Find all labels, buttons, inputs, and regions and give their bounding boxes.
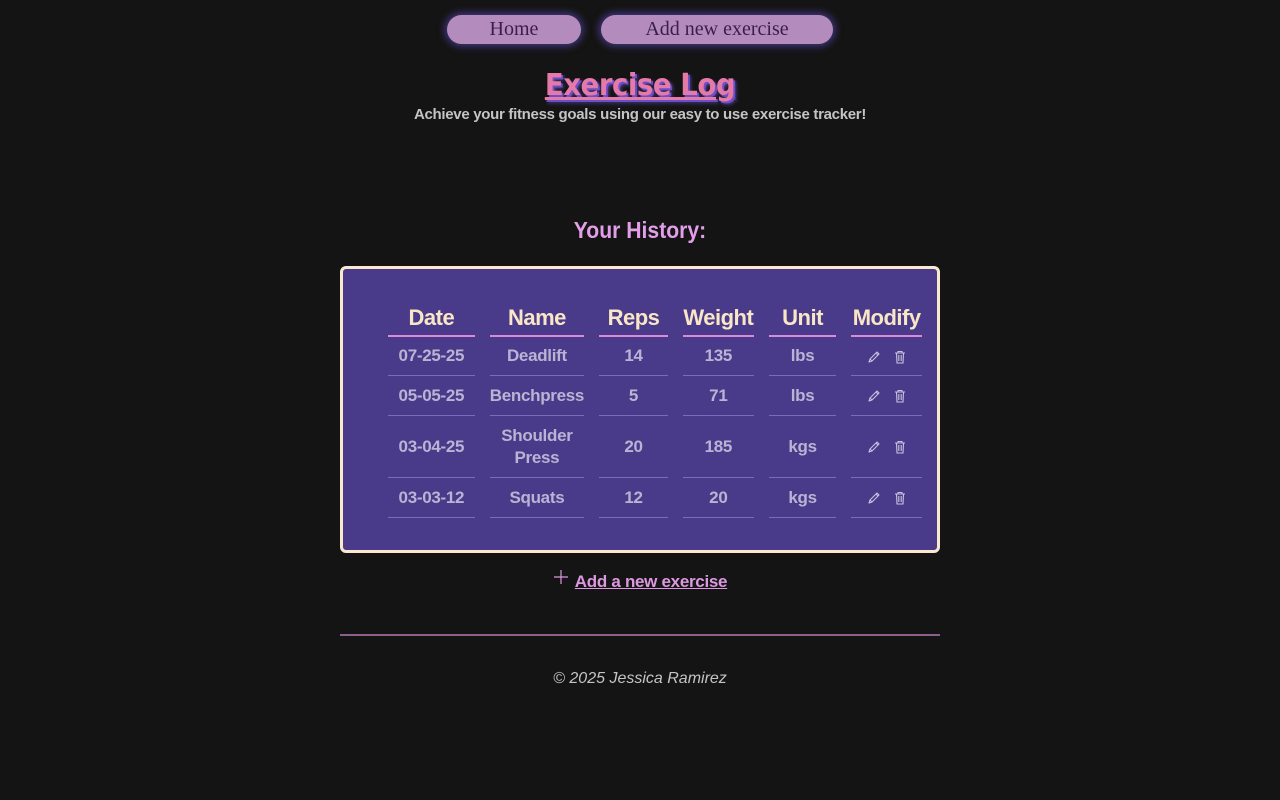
cell-weight: 20: [682, 478, 754, 518]
trash-icon[interactable]: [892, 349, 908, 365]
cell-modify: [851, 478, 922, 518]
trash-icon[interactable]: [892, 388, 908, 404]
footer-copyright: © 2025 Jessica Ramirez: [553, 670, 727, 687]
cell-modify: [851, 337, 922, 376]
cell-reps: 12: [599, 478, 668, 518]
cell-date: 07-25-25: [388, 337, 475, 376]
table-header-row: Date Name Reps Weight Unit Modify: [388, 303, 922, 337]
cell-reps: 5: [599, 376, 668, 416]
cell-modify: [851, 376, 922, 416]
add-new-exercise-button[interactable]: Add new exercise: [601, 15, 833, 44]
cell-reps: 14: [599, 337, 668, 376]
pencil-icon[interactable]: [866, 439, 882, 455]
table-row: 05-05-25 Benchpress 5 71 lbs: [388, 376, 922, 416]
column-header-modify: Modify: [851, 303, 922, 337]
home-button[interactable]: Home: [447, 15, 581, 44]
cell-unit: lbs: [768, 337, 837, 376]
top-nav: Home Add new exercise: [0, 15, 1280, 44]
cell-weight: 185: [682, 416, 754, 478]
page-title: Exercise Log: [544, 68, 736, 103]
pencil-icon[interactable]: [866, 388, 882, 404]
history-panel: Date Name Reps Weight Unit Modify 07-25-…: [340, 266, 940, 553]
history-table: Date Name Reps Weight Unit Modify 07-25-…: [373, 303, 937, 518]
page-subtitle: Achieve your fitness goals using our eas…: [413, 106, 867, 123]
cell-name: Deadlift: [489, 337, 585, 376]
cell-name: Squats: [489, 478, 585, 518]
table-row: 07-25-25 Deadlift 14 135 lbs: [388, 337, 922, 376]
pencil-icon[interactable]: [866, 349, 882, 365]
plus-icon[interactable]: [553, 569, 569, 590]
cell-unit: kgs: [768, 478, 837, 518]
cell-name: Benchpress: [489, 376, 584, 416]
trash-icon[interactable]: [892, 490, 908, 506]
cell-unit: kgs: [768, 416, 837, 478]
column-header-unit: Unit: [768, 303, 837, 337]
table-row: 03-04-25 Shoulder Press 20 185 kgs: [388, 416, 922, 478]
column-header-weight: Weight: [682, 303, 754, 337]
cell-modify: [851, 416, 922, 478]
table-row: 03-03-12 Squats 12 20 kgs: [388, 478, 922, 518]
column-header-date: Date: [388, 303, 475, 337]
cell-date: 05-05-25: [388, 376, 475, 416]
cell-name: Shoulder Press: [489, 416, 585, 478]
footer-divider: [340, 634, 940, 636]
cell-weight: 71: [682, 376, 754, 416]
column-header-reps: Reps: [599, 303, 668, 337]
cell-unit: lbs: [768, 376, 837, 416]
cell-date: 03-03-12: [388, 478, 475, 518]
column-header-name: Name: [489, 303, 585, 337]
pencil-icon[interactable]: [866, 490, 882, 506]
history-heading: Your History:: [573, 217, 707, 243]
add-exercise-link-row: Add a new exercise: [0, 569, 1280, 592]
cell-date: 03-04-25: [388, 416, 475, 478]
trash-icon[interactable]: [892, 439, 908, 455]
cell-reps: 20: [599, 416, 668, 478]
add-exercise-link[interactable]: Add a new exercise: [575, 572, 728, 591]
cell-weight: 135: [682, 337, 754, 376]
